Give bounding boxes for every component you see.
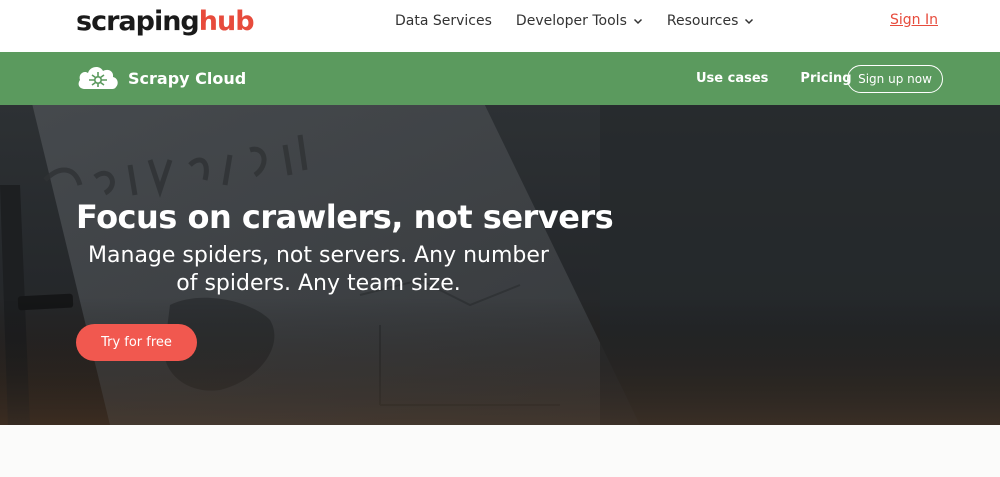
use-cases-link[interactable]: Use cases [696,71,768,86]
page-content-start [0,425,1000,477]
hero-subtitle: Manage spiders, not servers. Any number … [88,243,549,296]
top-navigation: scrapinghub Data Services Developer Tool… [0,0,1000,52]
chevron-down-icon [745,18,754,25]
main-menu: Data Services Developer Tools Resources [395,0,754,42]
product-name: Scrapy Cloud [128,68,247,88]
pricing-link[interactable]: Pricing [800,71,851,86]
scrapinghub-logo[interactable]: scrapinghub [76,2,255,42]
nav-label: Resources [666,13,739,29]
try-for-free-button[interactable]: Try for free [76,324,197,361]
logo-text-accent: hub [198,6,255,37]
nav-label: Data Services [395,13,492,29]
product-bar: Scrapy Cloud Use cases Pricing Sign up n… [0,52,1000,105]
sign-in-link[interactable]: Sign In [890,12,938,28]
scrapy-cloud-logo-icon [78,67,118,89]
product-menu: Use cases Pricing [696,52,852,105]
hero-section: Focus on crawlers, not servers Manage sp… [0,105,1000,425]
nav-resources[interactable]: Resources [667,13,755,29]
chevron-down-icon [633,18,642,25]
hero-title: Focus on crawlers, not servers [76,198,614,236]
logo-text-primary: scraping [76,6,200,37]
nav-developer-tools[interactable]: Developer Tools [516,13,643,29]
product-brand[interactable]: Scrapy Cloud [76,62,246,94]
nav-data-services[interactable]: Data Services [395,13,492,29]
sign-up-button[interactable]: Sign up now [847,65,943,93]
nav-label: Developer Tools [515,13,627,29]
